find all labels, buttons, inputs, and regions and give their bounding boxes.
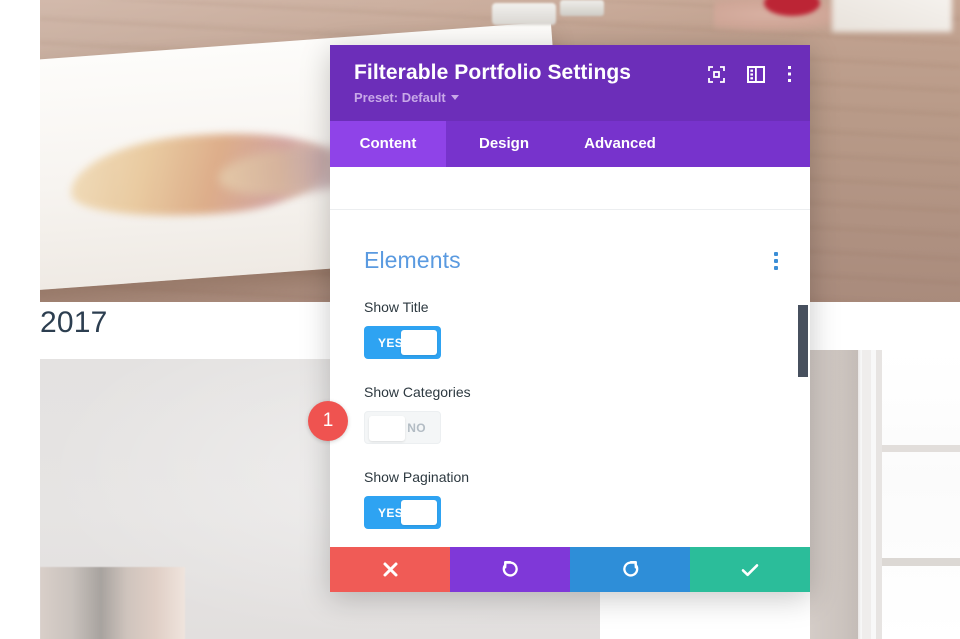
field-label-show-title: Show Title — [364, 299, 429, 316]
toggle-knob — [401, 330, 437, 356]
modal-header-icons — [708, 65, 792, 88]
white-cloth — [832, 0, 952, 32]
modal-body: Elements Show Title YES Show Categories — [330, 210, 810, 547]
check-icon — [741, 563, 759, 576]
portfolio-image-bottom-right[interactable] — [810, 350, 960, 639]
modal-scrollbar[interactable] — [798, 210, 808, 547]
tab-advanced[interactable]: Advanced — [562, 121, 678, 167]
undo-icon — [502, 561, 518, 577]
more-options-icon[interactable] — [787, 65, 792, 88]
toggle-show-pagination[interactable]: YES — [364, 496, 441, 530]
paint-tube-secondary — [560, 0, 604, 16]
save-button[interactable] — [690, 547, 810, 592]
wall-surface — [810, 350, 858, 639]
filterable-portfolio-settings-modal: Filterable Portfolio Settings Preset: De… — [330, 45, 810, 592]
toggle-knob — [401, 500, 437, 526]
pillar-shape — [40, 567, 185, 639]
paint-tube — [492, 3, 556, 25]
screen-root: 2017 Filterable Portfolio Settings Prese… — [0, 0, 960, 639]
redo-icon — [622, 561, 638, 577]
window-pane-divider-top — [882, 445, 960, 452]
toggle-value-show-title: YES — [378, 335, 404, 350]
modal-footer — [330, 547, 810, 592]
modal-header: Filterable Portfolio Settings Preset: De… — [330, 45, 810, 122]
toggle-value-show-pagination: YES — [378, 505, 404, 520]
close-icon — [383, 562, 397, 577]
scrollbar-thumb[interactable] — [798, 305, 808, 378]
preset-selector[interactable]: Preset: Default — [354, 90, 459, 105]
window-frame-vertical — [862, 350, 871, 639]
toggle-show-title[interactable]: YES — [364, 326, 441, 360]
search-band[interactable] — [330, 167, 810, 211]
section-title: Elements — [364, 247, 461, 274]
toggle-value-show-categories: NO — [407, 420, 426, 435]
section-options-icon[interactable] — [770, 248, 782, 274]
elements-section-header: Elements — [330, 210, 810, 274]
portfolio-year-heading: 2017 — [40, 306, 108, 339]
window-frame-vertical-secondary — [876, 350, 882, 639]
kebab-dot — [774, 265, 778, 270]
field-show-title: Show Title YES — [330, 299, 810, 360]
tab-design[interactable]: Design — [446, 121, 562, 167]
field-show-categories: Show Categories NO — [330, 384, 810, 445]
field-label-show-categories: Show Categories — [364, 384, 471, 401]
toggle-show-categories[interactable]: NO — [364, 411, 441, 445]
layout-panel-icon[interactable] — [747, 65, 765, 88]
field-label-show-pagination: Show Pagination — [364, 469, 470, 486]
chevron-down-icon — [450, 95, 459, 101]
window-pane-divider-bottom — [882, 558, 960, 566]
preset-label: Preset: Default — [354, 90, 446, 106]
field-show-pagination: Show Pagination YES — [330, 469, 810, 530]
kebab-dot — [774, 251, 778, 256]
cancel-button[interactable] — [330, 547, 450, 592]
step-callout-badge: 1 — [308, 401, 348, 441]
redo-button[interactable] — [570, 547, 690, 592]
focus-expand-icon[interactable] — [708, 65, 725, 88]
kebab-dot — [774, 258, 778, 263]
undo-button[interactable] — [450, 547, 570, 592]
toggle-knob — [369, 416, 405, 442]
modal-tabs: Content Design Advanced — [330, 121, 810, 168]
window-glow — [882, 350, 960, 639]
tab-content[interactable]: Content — [330, 121, 446, 168]
